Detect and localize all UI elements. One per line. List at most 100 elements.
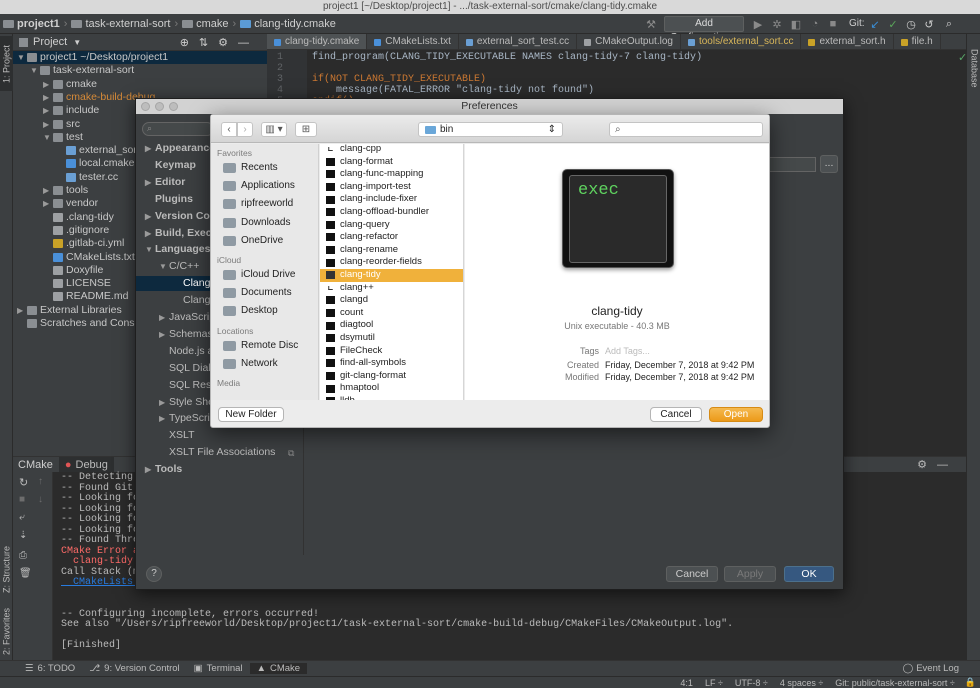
git-update-icon[interactable]: ↙ [868,17,882,31]
run-icon[interactable]: ▶ [751,17,765,31]
collapsed-arrow-icon[interactable]: ▶ [43,78,53,91]
arrow-up-icon[interactable]: ↑ [38,476,43,487]
collapsed-arrow-icon[interactable]: ▶ [145,175,155,190]
preferences-nav-item[interactable]: XSLT [136,428,302,443]
print-icon[interactable]: ⎙ [19,550,27,561]
view-mode-button[interactable]: ▥ ▾ [261,122,287,137]
tags-input[interactable]: Add Tags... [605,346,650,356]
file-list-item[interactable]: hmaptool [320,382,463,395]
file-list-item[interactable]: clang-format [320,156,463,169]
file-list-item[interactable]: git-clang-format [320,370,463,383]
arrow-down-icon[interactable]: ↓ [38,494,43,505]
breadcrumb-project[interactable]: project1 [0,18,63,30]
project-tree-item[interactable]: ▼ project1 ~/Desktop/project1 [13,51,267,64]
hide-icon[interactable]: — [937,459,958,471]
file-list-item[interactable]: clang-query [320,219,463,232]
sidebar-item[interactable]: Downloads [223,215,290,231]
structure-tool-tab[interactable]: Z: Structure [0,534,13,604]
git-branch[interactable]: Git: public/task-external-sort ÷ [829,678,960,688]
event-log-tool-window[interactable]: ◯ Event Log [896,663,966,674]
cmake-tool-window[interactable]: ▲ CMake [249,663,308,674]
preferences-nav-item[interactable]: XSLT File Associations [136,445,302,460]
collapsed-arrow-icon[interactable]: ▶ [145,141,155,156]
project-panel-title[interactable]: Project [33,36,67,48]
project-tool-tab[interactable]: 1: Project [0,36,13,91]
collapsed-arrow-icon[interactable]: ▶ [43,184,53,197]
git-history-icon[interactable]: ◷ [904,17,918,31]
debug-tab[interactable]: ● Debug [58,456,114,473]
expanded-arrow-icon[interactable]: ▼ [17,51,27,64]
close-window-icon[interactable] [141,102,150,111]
project-tree-item[interactable]: ▼ task-external-sort [13,64,267,77]
collapsed-arrow-icon[interactable]: ▶ [145,462,155,477]
git-commit-icon[interactable]: ✓ [886,17,900,31]
file-list-item[interactable]: clang-refactor [320,231,463,244]
collapsed-arrow-icon[interactable]: ▶ [159,411,169,426]
file-list-item[interactable]: diagtool [320,319,463,332]
file-list-item[interactable]: clang-rename [320,244,463,257]
editor-tab[interactable]: file.h [894,34,941,49]
file-encoding[interactable]: UTF-8 ÷ [729,678,774,688]
trash-icon[interactable]: 🗑 [19,568,32,579]
lock-icon[interactable]: 🔒 [961,677,980,688]
line-separator[interactable]: LF ÷ [699,678,729,688]
file-list-item[interactable]: clang-func-mapping [320,168,463,181]
editor-tab[interactable]: tools/external_sort.cc [681,34,802,49]
sidebar-item[interactable]: ripfreeworld [223,196,293,212]
todo-tool-window[interactable]: ☰ 6: TODO [18,663,82,674]
file-list-item[interactable]: find-all-symbols [320,357,463,370]
sidebar-item[interactable]: Applications [223,178,295,194]
new-folder-icon-button[interactable]: ⊞ [295,122,317,137]
apply-button[interactable]: Apply [724,566,776,582]
database-tool-tab[interactable]: Database [968,38,980,98]
sidebar-item[interactable]: Remote Disc [223,338,298,354]
git-revert-icon[interactable]: ↺ [922,17,936,31]
editor-tab[interactable]: external_sort.h [801,34,894,49]
project-tree-item[interactable]: ▶ cmake [13,78,267,91]
file-list-item[interactable]: clang-reorder-fields [320,256,463,269]
search-everywhere-icon[interactable]: ⌕ [942,17,956,31]
file-list-item[interactable]: FileCheck [320,345,463,358]
sidebar-item[interactable]: iCloud Drive [223,267,295,283]
collapsed-arrow-icon[interactable]: ▶ [145,209,155,224]
ok-button[interactable]: OK [784,566,834,582]
caret-position[interactable]: 4:1 [674,678,699,688]
minimize-window-icon[interactable] [155,102,164,111]
sidebar-item[interactable]: Documents [223,285,292,301]
chevron-down-icon[interactable]: ▼ [73,38,81,47]
help-button[interactable]: ? [146,566,162,582]
collapsed-arrow-icon[interactable]: ▶ [159,395,169,410]
expanded-arrow-icon[interactable]: ▼ [30,64,40,77]
sidebar-item[interactable]: Recents [223,160,278,176]
file-list-item[interactable]: clang-tidy [320,269,463,282]
location-popup[interactable]: bin ⇕ [418,122,563,137]
breadcrumb-file[interactable]: clang-tidy.cmake [237,18,339,30]
finder-search-input[interactable]: ⌕ [609,122,763,137]
file-list-item[interactable]: clang++ [320,282,463,295]
sidebar-item[interactable]: Desktop [223,303,278,319]
open-button[interactable]: Open [709,407,763,422]
collapsed-arrow-icon[interactable]: ▶ [159,327,169,342]
profile-icon[interactable]: ◔ [808,17,822,31]
cmake-tab[interactable]: CMake [13,459,59,471]
expanded-arrow-icon[interactable]: ▼ [43,131,53,144]
breadcrumb-module[interactable]: task-external-sort [68,18,173,30]
add-configuration-button[interactable]: Add Configuration... [664,16,744,43]
file-list-item[interactable]: clang-cpp [320,144,463,156]
terminal-tool-window[interactable]: ▣ Terminal [187,663,250,674]
debug-icon[interactable]: ✲ [770,17,784,31]
browse-button[interactable]: ... [820,155,838,173]
expanded-arrow-icon[interactable]: ▼ [159,259,169,274]
sidebar-item[interactable]: Network [223,356,278,372]
hammer-icon[interactable]: ⚒ [644,17,658,31]
soft-wrap-icon[interactable]: ⤶ [19,512,25,523]
file-list-item[interactable]: clang-include-fixer [320,193,463,206]
editor-tab[interactable]: CMakeLists.txt [367,34,459,49]
expanded-arrow-icon[interactable]: ▼ [145,242,155,257]
scroll-to-end-icon[interactable]: ⇣ [19,530,27,541]
indent-setting[interactable]: 4 spaces ÷ [774,678,829,688]
file-list-item[interactable]: clangd [320,294,463,307]
collapsed-arrow-icon[interactable]: ▶ [43,118,53,131]
cancel-button[interactable]: Cancel [666,566,718,582]
zoom-window-icon[interactable] [169,102,178,111]
